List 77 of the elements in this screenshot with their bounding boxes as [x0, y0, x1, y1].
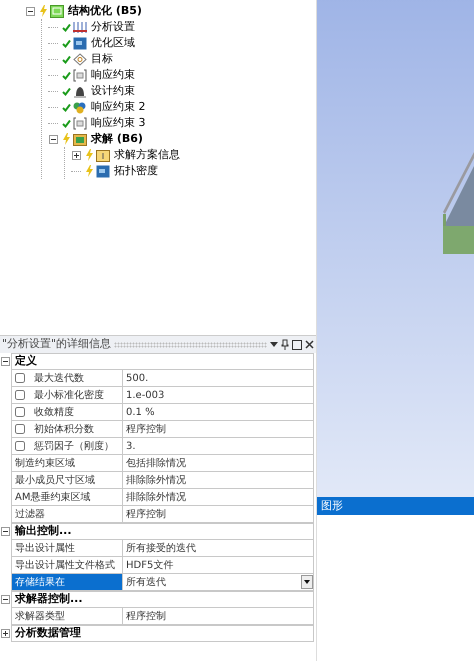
minus-icon	[2, 358, 9, 365]
panel-title: "分析设置"的详细信息	[2, 336, 112, 352]
tree-item[interactable]: 响应约束	[91, 66, 135, 84]
tree-item[interactable]: 拓扑密度	[114, 162, 158, 180]
tree-item[interactable]: 结构优化 (B5)	[68, 2, 142, 20]
checkbox[interactable]	[15, 390, 25, 400]
property-label: 求解器类型	[15, 610, 65, 624]
tree-item[interactable]: 优化区域	[91, 34, 135, 52]
property-value: 包括排除情况	[126, 456, 187, 470]
plus-icon	[2, 630, 9, 637]
property-value: 所有迭代	[126, 576, 167, 590]
expand-button[interactable]	[72, 150, 80, 160]
tree-item[interactable]: 响应约束 3	[91, 114, 146, 132]
checkbox[interactable]	[15, 407, 25, 417]
tree-item[interactable]: 目标	[91, 50, 113, 68]
property-value: 程序控制	[126, 508, 167, 522]
collapse-button[interactable]	[1, 595, 10, 604]
property-value: 0.1 %	[126, 406, 156, 420]
tree-item[interactable]: 求解 (B6)	[91, 130, 143, 148]
minus-icon	[2, 528, 9, 535]
property-value: 程序控制	[126, 610, 167, 624]
tree-item[interactable]: 设计约束	[91, 82, 135, 100]
property-label: 最小成员尺寸区域	[15, 474, 95, 488]
section-header[interactable]: 求解器控制...	[11, 591, 314, 608]
property-value: 排除除外情况	[126, 474, 187, 488]
folder-chart-icon	[73, 132, 87, 146]
graphics-title: 图形	[321, 498, 343, 514]
bracket-icon	[73, 116, 87, 130]
section-header[interactable]: 定义	[11, 353, 314, 370]
folder-icon	[96, 148, 110, 162]
property-label: 导出设计属性文件格式	[15, 558, 115, 572]
section-header[interactable]: 输出控制...	[11, 523, 314, 540]
property-value: 500.	[126, 372, 150, 386]
close-icon[interactable]	[305, 340, 314, 349]
section-header[interactable]: 分析数据管理	[11, 625, 314, 642]
property-label: 初始体积分数	[34, 422, 94, 436]
collapse-button[interactable]	[1, 527, 10, 536]
colored-blocks-icon	[73, 100, 87, 114]
property-value: 排除除外情况	[126, 490, 187, 504]
panel-icon	[96, 164, 110, 178]
property-value: 所有接受的迭代	[126, 542, 197, 556]
property-label: AM悬垂约束区域	[15, 490, 90, 504]
property-label: 惩罚因子（刚度）	[34, 440, 114, 454]
property-label: 存储结果在	[15, 576, 65, 590]
property-label: 制造约束区域	[15, 456, 75, 470]
panel-icon	[73, 36, 87, 50]
plus-icon	[72, 152, 80, 158]
bracket-icon	[73, 68, 87, 82]
property-label: 过滤器	[15, 508, 45, 522]
checkbox[interactable]	[15, 441, 25, 451]
tree-item[interactable]: 分析设置	[91, 18, 135, 36]
dropdown-button[interactable]	[301, 575, 313, 589]
property-value: 1.e-003	[126, 388, 166, 402]
checkbox[interactable]	[15, 424, 25, 434]
property-label: 最大迭代数	[34, 372, 84, 386]
collapse-button[interactable]	[26, 6, 34, 16]
minus-icon	[2, 596, 9, 603]
collapse-button[interactable]	[48, 134, 58, 144]
collapse-button[interactable]	[1, 357, 10, 366]
property-label: 导出设计属性	[15, 542, 75, 556]
caret-icon	[304, 580, 310, 584]
pin-icon[interactable]	[281, 339, 289, 350]
chart-grid-icon	[73, 20, 87, 34]
property-label: 收敛精度	[34, 406, 74, 420]
bell-shape-icon	[73, 84, 87, 98]
property-value: 程序控制	[126, 422, 167, 436]
expand-button[interactable]	[1, 629, 10, 638]
property-value: 3.	[126, 440, 137, 454]
checkbox[interactable]	[15, 373, 25, 383]
dropdown-icon[interactable]	[270, 342, 278, 348]
property-value: HDF5文件	[126, 558, 174, 572]
target-icon	[73, 52, 87, 66]
tree-item[interactable]: 响应约束 2	[91, 98, 146, 116]
maximize-icon[interactable]	[292, 340, 302, 350]
window-icon	[50, 4, 64, 18]
property-label: 最小标准化密度	[34, 388, 104, 402]
tree-item[interactable]: 求解方案信息	[114, 146, 180, 164]
